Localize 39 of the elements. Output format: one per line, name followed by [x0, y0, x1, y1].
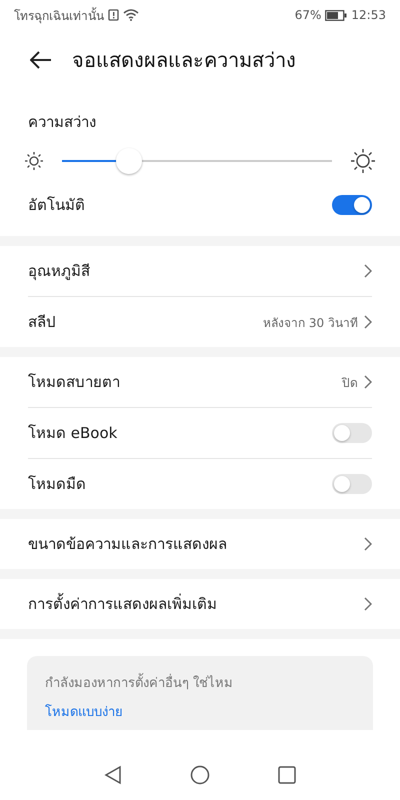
brightness-label: ความสว่าง [28, 112, 97, 133]
settings-row[interactable]: โหมดสบายตา ปิด [28, 357, 372, 407]
setting-label: โหมดสบายตา [28, 372, 121, 393]
setting-label: โหมดมืด [28, 474, 87, 495]
toggle-switch[interactable] [332, 474, 372, 494]
setting-label: การตั้งค่าการแสดงผลเพิ่มเติม [28, 592, 218, 615]
setting-label: อัตโนมัติ [28, 195, 86, 216]
sun-small-icon [24, 151, 44, 171]
clock-time: 12:53 [351, 8, 386, 22]
chevron-right-icon [364, 264, 372, 278]
simple-mode-link[interactable]: โหมดแบบง่าย [45, 701, 123, 722]
battery-percent: 67% [294, 8, 322, 22]
auto-brightness-toggle[interactable] [332, 195, 372, 215]
settings-row[interactable]: อุณหภูมิสี [28, 246, 372, 296]
back-icon[interactable] [104, 765, 122, 785]
sun-large-icon [350, 148, 376, 174]
wifi-icon [123, 9, 139, 21]
setting-label: สลีป [28, 312, 57, 333]
home-icon[interactable] [190, 765, 210, 785]
toggle-switch[interactable] [332, 423, 372, 443]
settings-row[interactable]: สลีป หลังจาก 30 วินาที [28, 297, 372, 347]
suggestion-text: กำลังมองหาการตั้งค่าอื่นๆ ใช่ไหม [45, 672, 355, 693]
chevron-right-icon [364, 375, 372, 389]
carrier-text: โทรฉุกเฉินเท่านั้น [14, 6, 104, 24]
sim-alert-icon [108, 9, 119, 21]
setting-label: อุณหภูมิสี [28, 261, 91, 282]
chevron-right-icon [364, 315, 372, 329]
settings-row[interactable]: โหมด eBook [28, 408, 372, 458]
page-title: จอแสดงผลและความสว่าง [72, 47, 296, 74]
recents-icon[interactable] [278, 766, 296, 784]
back-arrow-icon[interactable] [30, 51, 52, 69]
chevron-right-icon [364, 537, 372, 551]
setting-value: ปิด [342, 374, 358, 392]
chevron-right-icon [364, 597, 372, 611]
setting-value: หลังจาก 30 วินาที [263, 314, 358, 332]
setting-label: ขนาดข้อความและการแสดงผล [28, 534, 228, 555]
settings-row[interactable]: โหมดมืด [28, 459, 372, 509]
battery-icon [325, 10, 348, 20]
setting-label: โหมด eBook [28, 423, 118, 444]
